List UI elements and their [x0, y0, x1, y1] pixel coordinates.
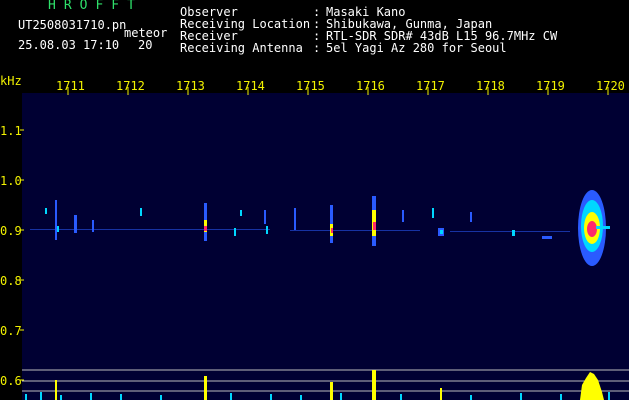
amplitude-strip [22, 369, 629, 392]
noise-band [30, 229, 570, 232]
y-tick-marks [20, 129, 24, 381]
spectrogram-echoes [20, 87, 629, 400]
meteor-head-echo [578, 190, 610, 266]
meteor-echo [45, 196, 552, 246]
x-tick-marks [67, 87, 609, 95]
amplitude-bars [25, 392, 610, 400]
